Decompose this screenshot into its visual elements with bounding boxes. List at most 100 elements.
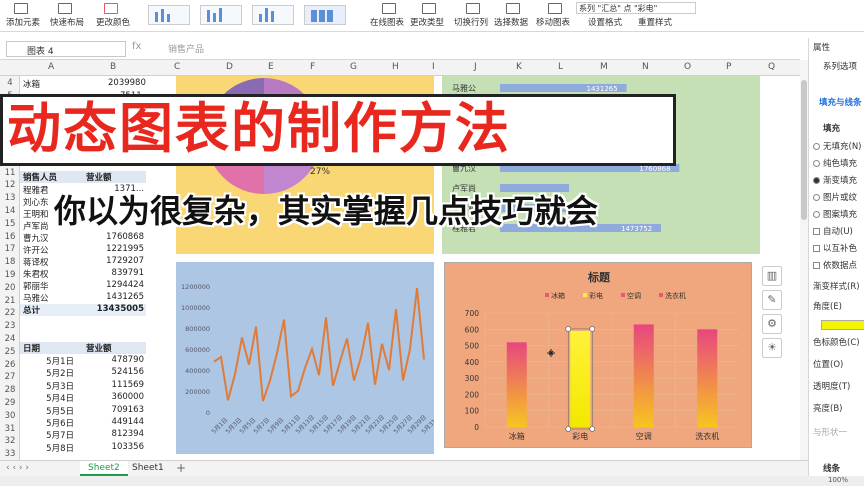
legend-label[interactable]: 洗衣机 (665, 291, 686, 300)
column-header-e[interactable]: E (268, 62, 274, 72)
date-amount-cell[interactable]: 812394 (112, 429, 144, 439)
gradient-bar[interactable] (821, 320, 864, 330)
date-cell[interactable]: 5月3日 (46, 380, 74, 392)
fill-option[interactable]: 无填充(N) (813, 140, 862, 152)
sales-name-cell[interactable]: 王明和 (23, 208, 49, 220)
date-amount-cell[interactable]: 111569 (112, 380, 144, 390)
column-header-j[interactable]: J (474, 62, 477, 72)
sales-name-cell[interactable]: 蒋译权 (23, 256, 49, 268)
fill-section[interactable]: 填充 (823, 122, 840, 134)
name-box[interactable]: 图表 4 (6, 41, 126, 57)
row-header-11[interactable]: 11 (0, 168, 20, 178)
move-chart-button[interactable]: 移动图表 (536, 0, 576, 32)
selection-handle[interactable] (565, 326, 572, 332)
sales-name-cell[interactable]: 刘心东 (23, 196, 49, 208)
chart-style-tool[interactable]: ✎ (762, 290, 782, 310)
sales-amount-cell[interactable]: 1221995 (106, 244, 144, 254)
scroll-thumb[interactable] (801, 80, 807, 220)
radio-icon[interactable] (813, 143, 820, 150)
sales-amount-cell[interactable]: 839791 (112, 268, 144, 278)
date-amount-cell[interactable]: 449144 (112, 417, 144, 427)
column-header-n[interactable]: N (642, 62, 649, 72)
fill-option[interactable]: 以互补色 (813, 242, 857, 254)
row-header-32[interactable]: 32 (0, 436, 20, 446)
fill-option[interactable]: 图案填充 (813, 208, 857, 220)
column-header-b[interactable]: B (110, 62, 116, 72)
series-options-tab[interactable]: 系列选项 (823, 60, 857, 72)
radio-icon[interactable] (813, 177, 820, 184)
sales-name-cell[interactable]: 马雅公 (23, 292, 49, 304)
zoom-level[interactable]: 100% (828, 476, 848, 484)
row-header-12[interactable]: 12 (0, 180, 20, 190)
select-data-button[interactable]: 选择数据 (494, 0, 534, 32)
column-header-p[interactable]: P (726, 62, 731, 72)
column-header-k[interactable]: K (516, 62, 522, 72)
row-header-23[interactable]: 23 (0, 321, 20, 331)
column-header-h[interactable]: H (392, 62, 399, 72)
row-header-20[interactable]: 20 (0, 283, 20, 293)
reset-style-button[interactable]: 重置样式 (628, 0, 674, 32)
column-header-l[interactable]: L (558, 62, 563, 72)
sales-amount-cell[interactable]: 1294424 (106, 280, 144, 290)
row-header-24[interactable]: 24 (0, 334, 20, 344)
radio-icon[interactable] (813, 194, 820, 201)
same-as-shape-option[interactable]: 与形状一 (813, 426, 847, 438)
sales-name-cell[interactable]: 郭丽华 (23, 280, 49, 292)
date-cell[interactable]: 5月8日 (46, 442, 74, 454)
column-header-f[interactable]: F (310, 62, 315, 72)
legend-label[interactable]: 冰箱 (551, 291, 565, 300)
row-header-13[interactable]: 13 (0, 193, 20, 203)
formula-input[interactable]: 销售产品 (168, 42, 204, 55)
cell-a4[interactable]: 冰箱 (23, 78, 40, 90)
sales-name-cell[interactable]: 朱君权 (23, 268, 49, 280)
chart-elements-tool[interactable]: ▥ (762, 266, 782, 286)
row-header-18[interactable]: 18 (0, 257, 20, 267)
change-type-button[interactable]: 更改类型 (410, 0, 450, 32)
sales-name-cell[interactable]: 卢军尚 (23, 220, 49, 232)
column-header-a[interactable]: A (48, 62, 54, 72)
date-cell[interactable]: 5月1日 (46, 355, 74, 367)
row-header-29[interactable]: 29 (0, 398, 20, 408)
tab-sheet1[interactable]: Sheet1 (132, 463, 164, 473)
row-header-14[interactable]: 14 (0, 206, 20, 216)
date-cell[interactable]: 5月2日 (46, 367, 74, 379)
row-header-28[interactable]: 28 (0, 385, 20, 395)
sales-name-cell[interactable]: 曹九汉 (23, 232, 49, 244)
row-header-17[interactable]: 17 (0, 244, 20, 254)
date-amount-cell[interactable]: 524156 (112, 367, 144, 377)
radio-icon[interactable] (813, 262, 820, 269)
legend-label[interactable]: 彩电 (589, 291, 603, 300)
row-header-21[interactable]: 21 (0, 296, 20, 306)
row-header-15[interactable]: 15 (0, 219, 20, 229)
column-header-i[interactable]: I (432, 62, 435, 72)
radio-icon[interactable] (813, 228, 820, 235)
column-header-d[interactable]: D (226, 62, 233, 72)
sales-header-amount[interactable]: 营业额 (78, 171, 146, 183)
date-header[interactable]: 日期 (20, 342, 78, 354)
line-section[interactable]: 线条 (823, 462, 840, 474)
column-header-o[interactable]: O (684, 62, 691, 72)
sales-header-name[interactable]: 销售人员 (20, 171, 78, 183)
selection-handle[interactable] (589, 426, 596, 432)
tab-nav-arrows[interactable]: ‹ ‹ › › (6, 463, 29, 473)
change-color-button[interactable]: 更改颜色 (96, 0, 140, 32)
total-label[interactable]: 总计 (20, 304, 78, 316)
fill-option[interactable]: 自动(U) (813, 225, 853, 237)
date-cell[interactable]: 5月4日 (46, 392, 74, 404)
fill-option[interactable]: 纯色填充 (813, 157, 857, 169)
line-series[interactable] (213, 287, 425, 402)
date-amount-cell[interactable]: 478790 (112, 355, 144, 365)
date-cell[interactable]: 5月6日 (46, 417, 74, 429)
sales-name-cell[interactable]: 许开公 (23, 244, 49, 256)
chart-style-3[interactable] (252, 5, 294, 25)
sales-amount-cell[interactable]: 1760868 (106, 232, 144, 242)
online-chart-button[interactable]: 在线图表 (370, 0, 408, 32)
switch-row-col-button[interactable]: 切换行列 (454, 0, 494, 32)
fill-option[interactable]: 渐变填充 (813, 174, 857, 186)
chart-style-1[interactable] (148, 5, 190, 25)
row-header-19[interactable]: 19 (0, 270, 20, 280)
line-chart-panel[interactable]: 0 200000 400000 600000 800000 1000000 1200000 5… (176, 262, 442, 454)
radio-icon[interactable] (813, 211, 820, 218)
date-amount-cell[interactable]: 709163 (112, 405, 144, 415)
bar-彩电[interactable] (570, 330, 591, 427)
